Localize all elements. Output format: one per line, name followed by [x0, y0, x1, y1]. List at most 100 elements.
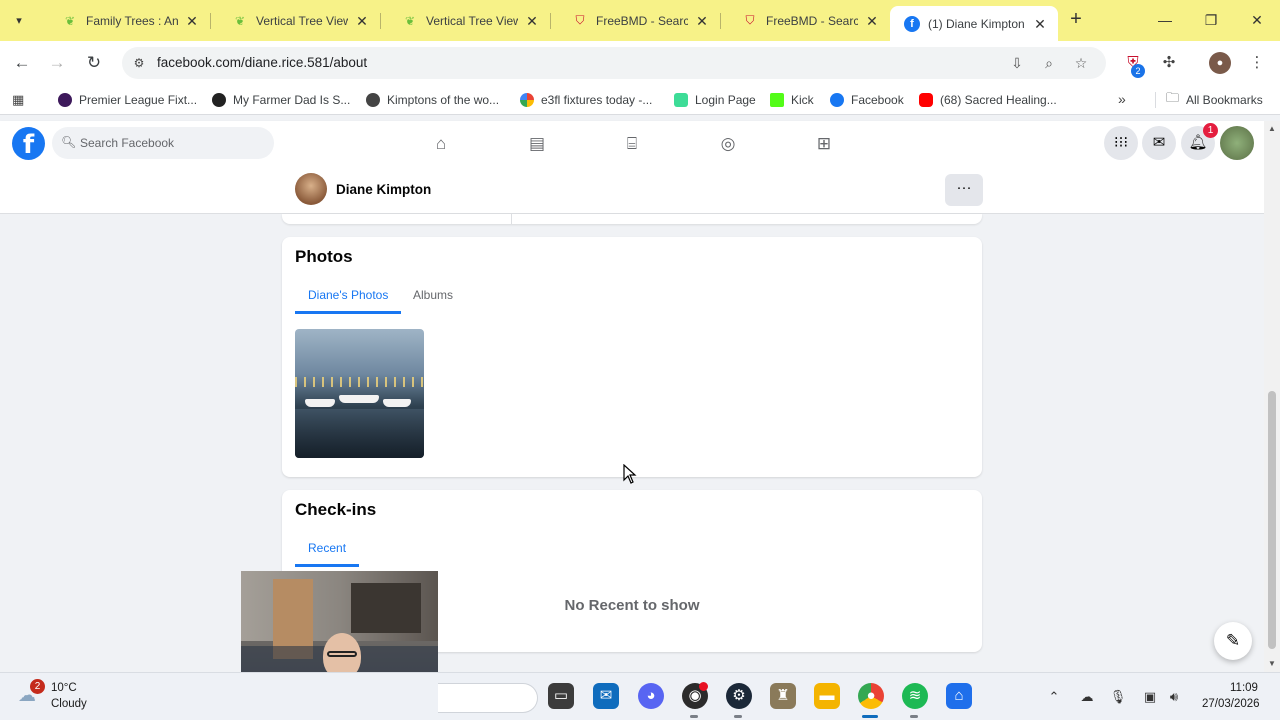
photo-detail [305, 399, 335, 407]
bookmark-label: All Bookmarks [1186, 93, 1263, 107]
messenger-icon[interactable]: ✉ [1142, 126, 1176, 160]
microphone-icon[interactable]: 🎙︎ [1108, 687, 1128, 707]
facebook-logo-icon[interactable]: f [12, 127, 45, 160]
freebmd-icon: ⛉ [745, 13, 755, 27]
chrome-profile-avatar[interactable]: ● [1209, 52, 1231, 74]
site-info-icon[interactable]: ⚙ [130, 54, 148, 72]
discord-icon[interactable]: ◕ [638, 683, 664, 709]
notification-count-badge: 1 [1203, 123, 1218, 138]
extensions-puzzle-icon[interactable]: ✣ [1157, 51, 1181, 75]
volume-icon[interactable]: 🔊︎ [1164, 687, 1184, 707]
screen-recorder-icon[interactable]: ⌂ [946, 683, 972, 709]
tab-freebmd-1[interactable]: ⛉ FreeBMD - Search ✕ [558, 6, 720, 35]
bookmark-premier-league[interactable]: Premier League Fixt... [58, 91, 197, 109]
reload-icon[interactable]: ↻ [82, 51, 106, 75]
close-tab-icon[interactable]: ✕ [1032, 16, 1048, 32]
browser-toolbar: ← → ↻ ⚙ facebook.com/diane.rice.581/abou… [0, 41, 1280, 85]
mail-app-icon[interactable]: ✉ [593, 683, 619, 709]
gaming-icon[interactable]: ⊞ [812, 132, 836, 156]
file-explorer-icon[interactable]: ▬ [814, 683, 840, 709]
back-arrow-icon[interactable]: ← [10, 51, 34, 75]
bookmark-kimptons[interactable]: Kimptons of the wo... [366, 91, 499, 109]
close-tab-icon[interactable]: ✕ [354, 13, 370, 29]
premier-league-icon [58, 93, 72, 107]
close-tab-icon[interactable]: ✕ [524, 13, 540, 29]
tab-vertical-tree-2[interactable]: ❦ Vertical Tree View ✕ [388, 6, 550, 35]
bookmark-label: Login Page [695, 93, 756, 107]
close-tab-icon[interactable]: ✕ [864, 13, 880, 29]
webcam-detail [351, 583, 421, 633]
minimize-icon[interactable]: — [1153, 8, 1177, 32]
photos-title[interactable]: Photos [295, 247, 353, 267]
more-options-button[interactable]: ··· [945, 174, 983, 206]
url-text[interactable]: facebook.com/diane.rice.581/about [157, 55, 367, 70]
clock-date[interactable]: 27/03/2026 [1202, 698, 1260, 710]
menu-grid-icon[interactable]: ⁝⁝⁝ [1104, 126, 1138, 160]
profile-sticky-header: Diane Kimpton ··· [0, 166, 1264, 214]
close-tab-icon[interactable]: ✕ [694, 13, 710, 29]
task-view-icon[interactable]: ▭ [548, 683, 574, 709]
groups-icon[interactable]: ◎ [716, 132, 740, 156]
apps-grid-icon[interactable]: ▦ [12, 92, 28, 108]
chrome-icon[interactable]: ● [858, 683, 884, 709]
bookmark-kick[interactable]: Kick [770, 91, 814, 109]
profile-avatar[interactable] [295, 173, 327, 205]
more-bookmarks-chevron-icon[interactable]: » [1118, 91, 1126, 107]
facebook-search-input[interactable]: 🔍︎ Search Facebook [52, 127, 274, 159]
bookmark-farmer-dad[interactable]: My Farmer Dad Is S... [212, 91, 350, 109]
tab-albums[interactable]: Albums [400, 280, 466, 314]
bookmark-e3fl[interactable]: e3fl fixtures today -... [520, 91, 652, 109]
scroll-down-arrow-icon[interactable]: ▼ [1268, 659, 1276, 668]
weather-badge: 2 [30, 679, 45, 694]
chrome-menu-icon[interactable]: ⋮ [1245, 51, 1269, 75]
game-app-icon[interactable]: ♜ [770, 683, 796, 709]
zoom-icon[interactable]: ⌕ [1040, 54, 1058, 72]
onedrive-cloud-icon[interactable]: ☁ [1077, 687, 1097, 707]
install-app-icon[interactable]: ⇩ [1008, 54, 1026, 72]
browser-tab-bar: ▾ ❦ Family Trees : Ance ✕ ❦ Vertical Tre… [0, 0, 1280, 41]
feeds-icon[interactable]: ▤ [525, 132, 549, 156]
tab-recent[interactable]: Recent [295, 533, 360, 567]
ancestry-leaf-icon: ❦ [404, 13, 416, 28]
scrollbar-thumb[interactable] [1268, 391, 1276, 649]
new-tab-button[interactable]: + [1066, 9, 1086, 31]
profile-name[interactable]: Diane Kimpton [336, 182, 431, 197]
weather-condition[interactable]: Cloudy [51, 698, 87, 710]
home-icon[interactable]: ⌂ [429, 132, 453, 156]
checkins-title[interactable]: Check-ins [295, 500, 376, 520]
tab-freebmd-2[interactable]: ⛉ FreeBMD - Search ✕ [728, 6, 890, 35]
new-message-icon[interactable]: ✎ [1214, 622, 1252, 660]
restore-icon[interactable]: ❐ [1199, 8, 1223, 32]
google-icon [520, 93, 534, 107]
spotify-icon[interactable]: ≋ [902, 683, 928, 709]
tab-family-trees[interactable]: ❦ Family Trees : Ance ✕ [48, 6, 210, 35]
close-tab-icon[interactable]: ✕ [184, 13, 200, 29]
taskbar-search-box[interactable] [438, 683, 538, 713]
photo-detail [295, 409, 424, 458]
tab-vertical-tree-1[interactable]: ❦ Vertical Tree View ✕ [218, 6, 380, 35]
bookmark-login-page[interactable]: Login Page [674, 91, 756, 109]
bookmark-facebook[interactable]: Facebook [830, 91, 904, 109]
marketplace-icon[interactable]: ⌸ [620, 132, 644, 156]
tab-facebook-active[interactable]: f (1) Diane Kimpton ✕ [890, 6, 1058, 41]
steam-icon[interactable]: ⚙ [726, 683, 752, 709]
facebook-icon [830, 93, 844, 107]
network-icon[interactable]: ▣ [1140, 687, 1160, 707]
address-bar[interactable]: ⚙ facebook.com/diane.rice.581/about ⇩ ⌕ … [122, 47, 1106, 79]
search-icon: 🔍︎ [61, 135, 77, 149]
clock-time[interactable]: 11:09 [1230, 682, 1258, 694]
tab-dianes-photos[interactable]: Diane's Photos [295, 280, 402, 314]
tab-search-dropdown-icon[interactable]: ▾ [8, 9, 30, 31]
scroll-up-arrow-icon[interactable]: ▲ [1268, 124, 1276, 133]
weather-temperature[interactable]: 10°C [51, 682, 77, 694]
bookmark-star-icon[interactable]: ☆ [1072, 54, 1090, 72]
page-scrollbar[interactable]: ▲ ▼ [1264, 121, 1280, 672]
forward-arrow-icon[interactable]: → [45, 51, 69, 75]
bookmark-sacred-healing[interactable]: (68) Sacred Healing... [919, 91, 1057, 109]
all-bookmarks-folder[interactable]: 🗀 All Bookmarks [1166, 90, 1263, 109]
close-window-icon[interactable]: ✕ [1245, 8, 1269, 32]
show-hidden-icons-chevron-icon[interactable]: ⌃ [1044, 687, 1064, 707]
app-running-indicator [690, 715, 698, 718]
photo-thumbnail[interactable] [295, 329, 424, 458]
account-avatar[interactable] [1220, 126, 1254, 160]
